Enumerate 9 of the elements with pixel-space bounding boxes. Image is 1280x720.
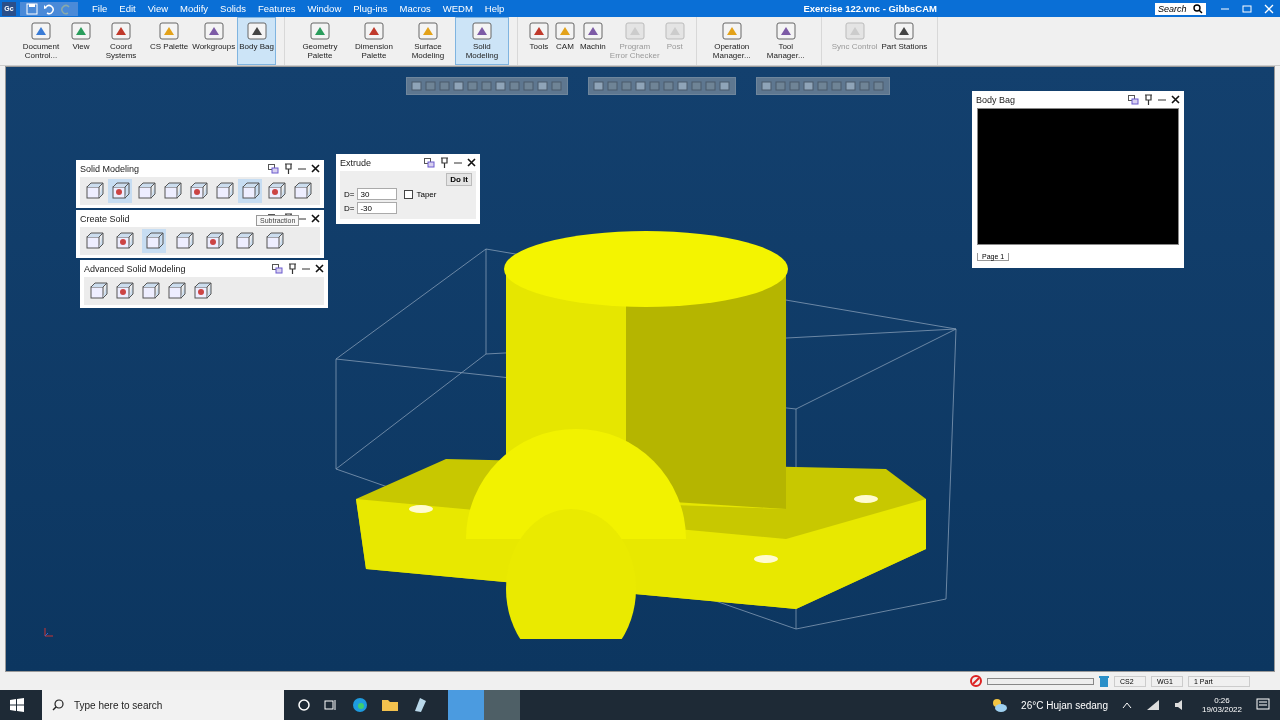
panel-title: Body Bag xyxy=(976,94,1016,105)
palette-title: Advanced Solid Modeling xyxy=(84,263,186,274)
palette-title: Solid Modeling xyxy=(80,163,140,174)
palette-title: Create Solid xyxy=(80,213,130,224)
panel-title: Extrude xyxy=(340,157,372,168)
field-label: D= xyxy=(344,203,355,213)
window-title: Exercise 122.vnc - GibbsCAM xyxy=(803,3,937,14)
checkbox-label: Taper xyxy=(416,189,437,199)
field-label: D= xyxy=(344,189,355,199)
